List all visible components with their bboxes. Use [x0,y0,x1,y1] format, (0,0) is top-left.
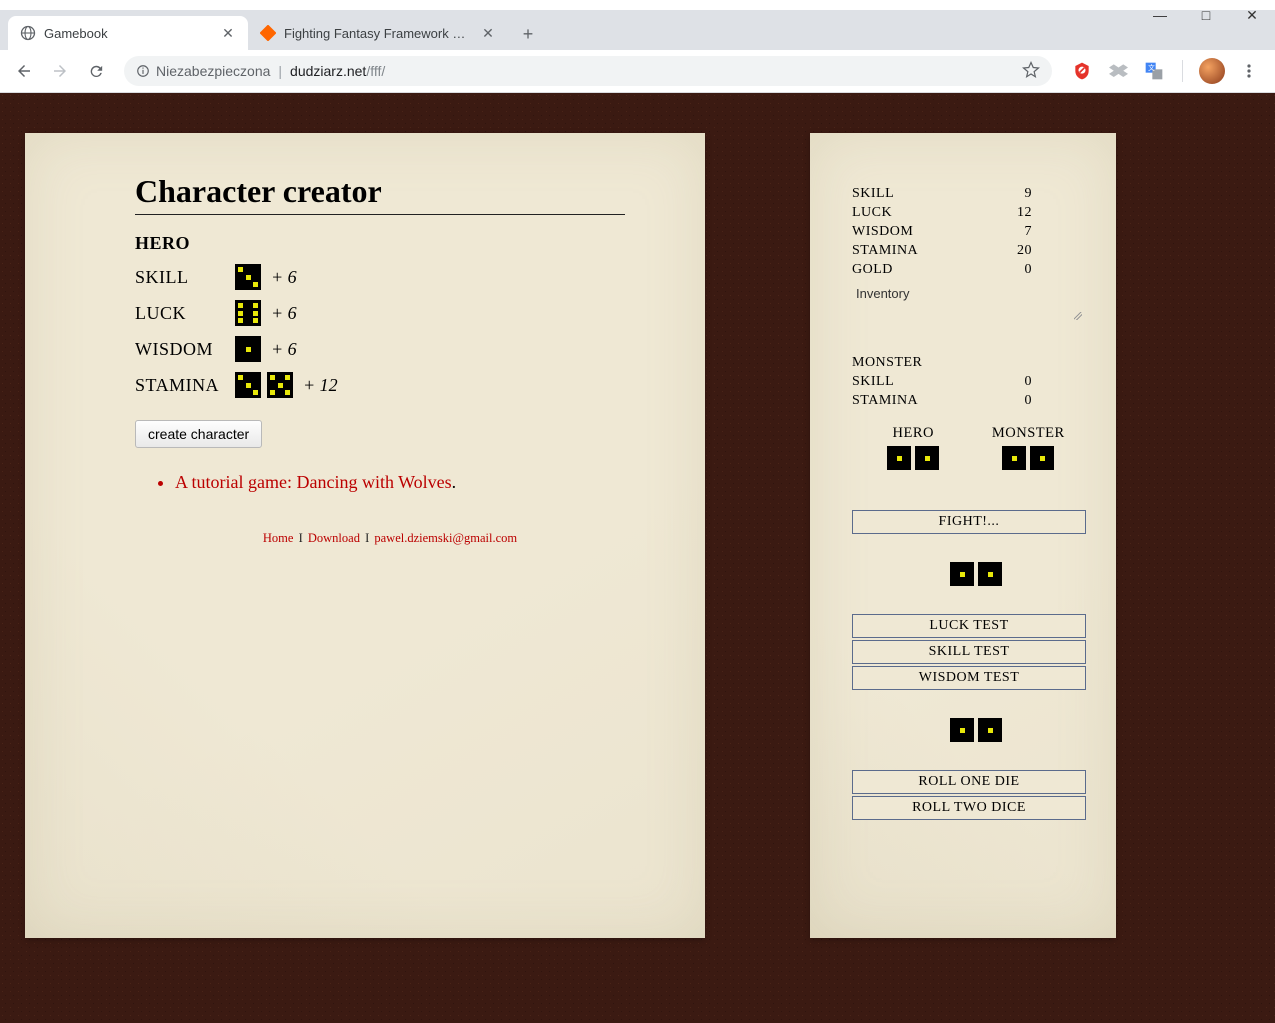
die-icon [235,300,261,326]
stat-modifier: + 6 [271,339,297,360]
combat-hero-label: HERO [887,425,939,442]
footer-links: Home I Download I pawel.dziemski@gmail.c… [135,531,645,546]
window-maximize-button[interactable]: □ [1183,7,1229,23]
die-icon [950,718,974,742]
side-stamina: STAMINA20 [852,243,1032,259]
tab-gamebook[interactable]: Gamebook ✕ [8,16,248,50]
die-icon [887,446,911,470]
adblock-icon[interactable] [1070,59,1094,83]
forward-button[interactable] [44,55,76,87]
page-viewport: Character creator HERO SKILL + 6 LUCK + … [0,93,1275,1023]
die-icon [1030,446,1054,470]
stat-modifier: + 6 [271,303,297,324]
die-icon [235,264,261,290]
monster-section-label: MONSTER [852,355,1100,371]
die-icon [978,718,1002,742]
page-title: Character creator [135,173,625,215]
security-label: Niezabezpieczona [156,63,270,79]
url-text: dudziarz.net/fff/ [290,63,385,79]
die-icon [235,336,261,362]
tutorial-link[interactable]: A tutorial game: Dancing with Wolves. [175,472,645,493]
die-icon [235,372,261,398]
stat-modifier: + 6 [271,267,297,288]
close-icon[interactable]: ✕ [220,25,236,42]
info-icon [136,64,150,78]
sourceforge-icon [260,25,276,41]
die-icon [1002,446,1026,470]
stat-wisdom-row: WISDOM + 6 [135,336,645,362]
roll-two-dice-button[interactable]: ROLL TWO DICE [852,796,1086,820]
footer-home-link[interactable]: Home [263,531,294,545]
stat-modifier: + 12 [303,375,338,396]
reload-button[interactable] [80,55,112,87]
tab-title: Gamebook [44,26,212,41]
stats-panel: SKILL9 LUCK12 WISDOM7 STAMINA20 GOLD0 In… [810,133,1116,938]
character-creator-panel: Character creator HERO SKILL + 6 LUCK + … [25,133,705,938]
side-gold: GOLD0 [852,262,1032,278]
menu-icon[interactable] [1237,59,1261,83]
close-icon[interactable]: ✕ [480,25,496,42]
die-icon [978,562,1002,586]
window-close-button[interactable]: ✕ [1229,7,1275,24]
test-dice [852,562,1100,586]
combat-monster-label: MONSTER [992,425,1065,442]
star-icon[interactable] [1022,61,1040,82]
wisdom-test-button[interactable]: WISDOM TEST [852,666,1086,690]
tab-title: Fighting Fantasy Framework dow [284,26,472,41]
stat-label: SKILL [135,267,229,288]
new-tab-button[interactable]: + [514,20,542,48]
roll-dice [852,718,1100,742]
profile-avatar[interactable] [1199,58,1225,84]
address-bar[interactable]: Niezabezpieczona | dudziarz.net/fff/ [124,56,1052,86]
footer-email-link[interactable]: pawel.dziemski@gmail.com [374,531,517,545]
combat-dice-row: HERO MONSTER [861,425,1091,470]
die-icon [950,562,974,586]
fight-button[interactable]: FIGHT!... [852,510,1086,534]
skill-test-button[interactable]: SKILL TEST [852,640,1086,664]
monster-stamina: STAMINA0 [852,393,1032,409]
svg-text:文: 文 [1148,63,1155,72]
translate-icon[interactable]: 文 [1142,59,1166,83]
back-button[interactable] [8,55,40,87]
roll-one-die-button[interactable]: ROLL ONE DIE [852,770,1086,794]
die-icon [915,446,939,470]
footer-download-link[interactable]: Download [308,531,360,545]
globe-icon [20,25,36,41]
stat-skill-row: SKILL + 6 [135,264,645,290]
stat-label: WISDOM [135,339,229,360]
stat-label: STAMINA [135,375,229,396]
side-wisdom: WISDOM7 [852,224,1032,240]
luck-test-button[interactable]: LUCK TEST [852,614,1086,638]
tab-strip: Gamebook ✕ Fighting Fantasy Framework do… [0,10,1275,50]
monster-skill: SKILL0 [852,374,1032,390]
browser-toolbar: Niezabezpieczona | dudziarz.net/fff/ 文 [0,50,1275,93]
create-character-button[interactable]: create character [135,420,262,448]
hero-label: HERO [135,233,645,254]
stat-stamina-row: STAMINA + 12 [135,372,645,398]
side-skill: SKILL9 [852,186,1032,202]
window-minimize-button[interactable]: — [1137,7,1183,23]
die-icon [267,372,293,398]
inventory-label: Inventory [856,286,1100,301]
stat-luck-row: LUCK + 6 [135,300,645,326]
inventory-textarea[interactable] [852,301,1086,321]
security-indicator: Niezabezpieczona [136,63,270,79]
side-luck: LUCK12 [852,205,1032,221]
stat-label: LUCK [135,303,229,324]
dropbox-icon[interactable] [1106,59,1130,83]
tab-fff[interactable]: Fighting Fantasy Framework dow ✕ [248,16,508,50]
